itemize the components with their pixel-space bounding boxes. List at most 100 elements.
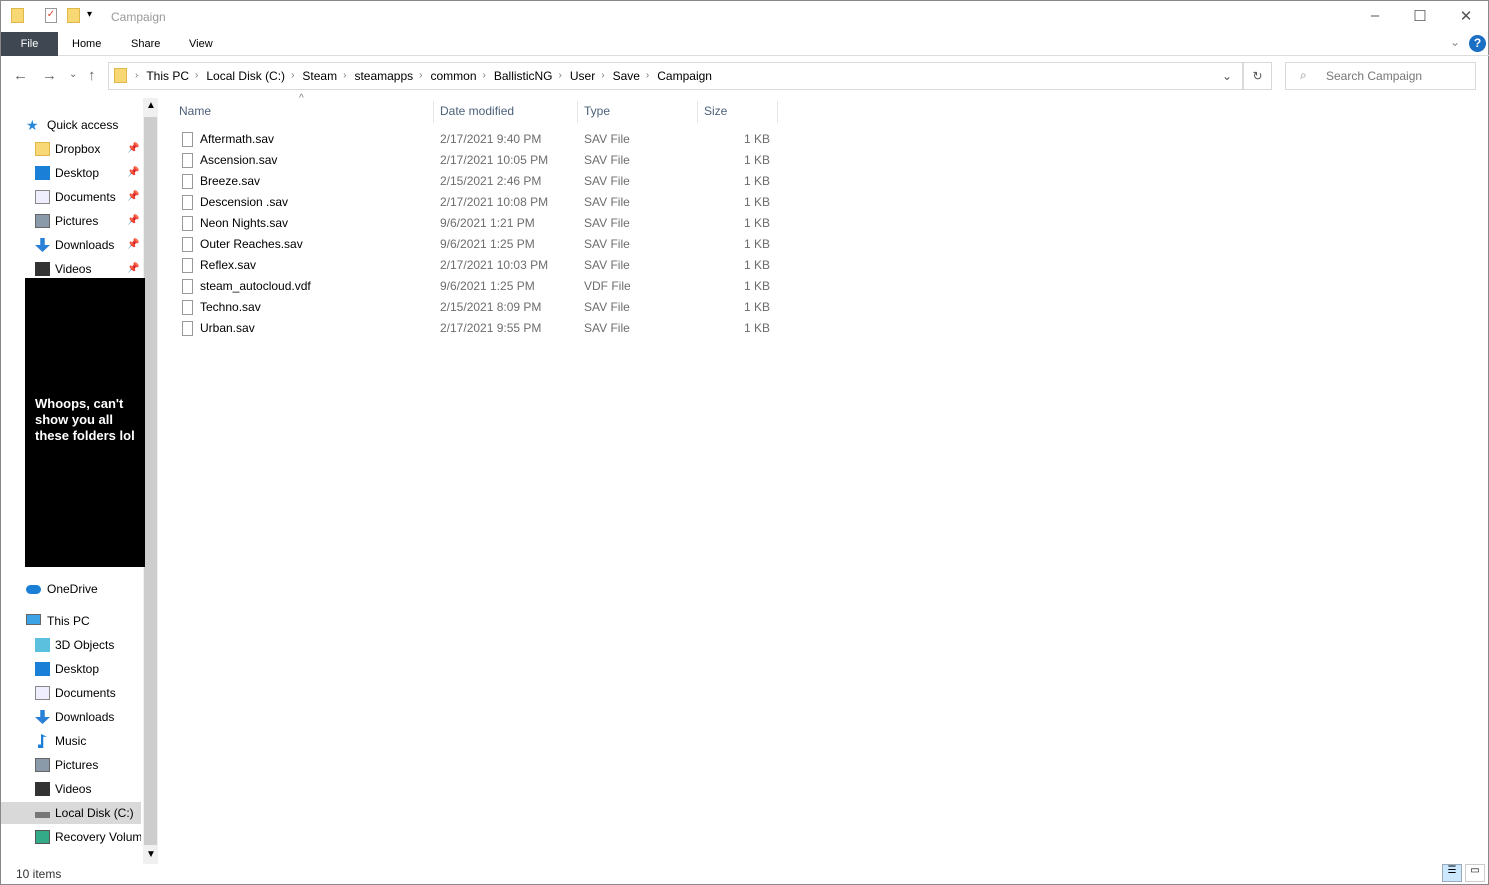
file-row[interactable]: Neon Nights.sav 9/6/2021 1:21 PM SAV Fil…	[174, 213, 779, 234]
sidebar-item-pictures[interactable]: Pictures	[1, 754, 141, 776]
tab-share[interactable]: Share	[117, 32, 174, 56]
breadcrumb-local-disk[interactable]: Local Disk (C:)	[206, 69, 285, 83]
search-input[interactable]: ⌕ Search Campaign	[1285, 62, 1476, 90]
file-type: SAV File	[584, 132, 630, 146]
file-name: Aftermath.sav	[200, 132, 275, 146]
file-size: 1 KB	[743, 153, 770, 167]
scrollbar-thumb[interactable]	[144, 117, 157, 845]
file-row[interactable]: Techno.sav 2/15/2021 8:09 PM SAV File 1 …	[174, 297, 779, 318]
minimize-button[interactable]: –	[1360, 7, 1390, 27]
file-row[interactable]: Descension .sav 2/17/2021 10:08 PM SAV F…	[174, 192, 779, 213]
pin-icon[interactable]: 📌	[127, 210, 139, 232]
sidebar-item-desktop[interactable]: Desktop	[1, 658, 141, 680]
customize-toolbar-icon[interactable]: ▾	[87, 9, 92, 20]
sidebar-item-videos[interactable]: Videos	[1, 778, 141, 800]
sidebar-item-documents[interactable]: Documents	[1, 682, 141, 704]
window-title: Campaign	[111, 10, 166, 24]
breadcrumb-steamapps[interactable]: steamapps	[354, 69, 413, 83]
pin-icon[interactable]: 📌	[127, 186, 139, 208]
back-button[interactable]: ←	[13, 67, 28, 84]
column-header-name[interactable]: Name	[173, 101, 434, 123]
chevron-right-icon[interactable]: ›	[195, 70, 198, 81]
column-header-size[interactable]: Size	[698, 101, 778, 123]
properties-icon[interactable]: ✓	[45, 8, 57, 23]
sidebar-item-downloads[interactable]: Downloads	[1, 706, 141, 728]
help-icon[interactable]: ?	[1469, 35, 1486, 52]
address-dropdown-icon[interactable]: ⌄	[1222, 69, 1232, 83]
chevron-right-icon[interactable]: ›	[291, 70, 294, 81]
folder-icon	[114, 68, 127, 83]
desktop-icon	[35, 662, 50, 676]
file-row[interactable]: Breeze.sav 2/15/2021 2:46 PM SAV File 1 …	[174, 171, 779, 192]
refresh-button[interactable]: ↻	[1243, 62, 1272, 90]
chevron-right-icon[interactable]: ›	[559, 70, 562, 81]
maximize-button[interactable]: ☐	[1405, 7, 1435, 27]
file-row[interactable]: steam_autocloud.vdf 9/6/2021 1:25 PM VDF…	[174, 276, 779, 297]
3d-icon	[35, 638, 50, 652]
tab-file[interactable]: File	[1, 32, 58, 56]
pin-icon[interactable]: 📌	[127, 258, 139, 280]
sidebar-item-desktop[interactable]: Desktop 📌	[1, 162, 141, 184]
breadcrumb-save[interactable]: Save	[613, 69, 640, 83]
file-row[interactable]: Outer Reaches.sav 9/6/2021 1:25 PM SAV F…	[174, 234, 779, 255]
chevron-right-icon[interactable]: ›	[483, 70, 486, 81]
breadcrumb-campaign[interactable]: Campaign	[657, 69, 712, 83]
recovery-icon	[35, 830, 50, 844]
chevron-right-icon[interactable]: ›	[646, 70, 649, 81]
column-header-type[interactable]: Type	[578, 101, 698, 123]
chevron-right-icon[interactable]: ›	[419, 70, 422, 81]
breadcrumb-steam[interactable]: Steam	[302, 69, 337, 83]
pin-icon[interactable]: 📌	[127, 234, 139, 256]
up-button[interactable]: ↑	[88, 67, 96, 84]
pin-icon[interactable]: 📌	[127, 138, 139, 160]
file-type: SAV File	[584, 195, 630, 209]
sidebar-item-local-disk-c-[interactable]: Local Disk (C:)	[1, 802, 141, 824]
title-bar: ✓ ▾ Campaign – ☐ ✕	[1, 1, 1489, 32]
sidebar-item-onedrive[interactable]: OneDrive	[1, 578, 141, 600]
breadcrumb-this-pc[interactable]: This PC	[146, 69, 189, 83]
file-row[interactable]: Aftermath.sav 2/17/2021 9:40 PM SAV File…	[174, 129, 779, 150]
sidebar-item-3d-objects[interactable]: 3D Objects	[1, 634, 141, 656]
forward-button[interactable]: →	[42, 67, 57, 84]
sidebar-item-videos[interactable]: Videos 📌	[1, 258, 141, 280]
recent-locations-button[interactable]: ⌄	[69, 69, 77, 80]
details-view-button[interactable]: ☰	[1442, 864, 1462, 882]
sidebar-item-recovery-volum[interactable]: Recovery Volum	[1, 826, 141, 848]
breadcrumb-common[interactable]: common	[430, 69, 476, 83]
file-name: Descension .sav	[200, 195, 289, 209]
videos-icon	[35, 782, 50, 796]
sidebar-item-this-pc[interactable]: This PC	[1, 610, 141, 632]
tab-home[interactable]: Home	[58, 32, 115, 56]
sidebar-item-documents[interactable]: Documents 📌	[1, 186, 141, 208]
sidebar-item-dropbox[interactable]: Dropbox 📌	[1, 138, 141, 160]
close-button[interactable]: ✕	[1451, 7, 1481, 27]
file-row[interactable]: Urban.sav 2/17/2021 9:55 PM SAV File 1 K…	[174, 318, 779, 339]
computer-icon	[26, 614, 41, 625]
chevron-right-icon[interactable]: ›	[343, 70, 346, 81]
sidebar-item-quick-access[interactable]: ★ Quick access	[1, 114, 141, 136]
column-header-date[interactable]: Date modified	[434, 101, 578, 123]
sidebar-item-pictures[interactable]: Pictures 📌	[1, 210, 141, 232]
file-date: 2/17/2021 9:40 PM	[440, 132, 542, 146]
sidebar-item-music[interactable]: Music	[1, 730, 141, 752]
ribbon-tabs: File Home Share View ⌄ ?	[1, 32, 1489, 56]
disk-icon	[35, 812, 50, 818]
file-size: 1 KB	[743, 279, 770, 293]
pin-icon[interactable]: 📌	[127, 162, 139, 184]
new-folder-icon[interactable]	[67, 8, 80, 23]
scroll-down-icon[interactable]: ▼	[146, 849, 156, 860]
sidebar-item-downloads[interactable]: Downloads 📌	[1, 234, 141, 256]
address-bar[interactable]: › This PC › Local Disk (C:) › Steam › steam…	[108, 62, 1243, 90]
breadcrumb-user[interactable]: User	[570, 69, 595, 83]
file-row[interactable]: Reflex.sav 2/17/2021 10:03 PM SAV File 1…	[174, 255, 779, 276]
file-name: Outer Reaches.sav	[200, 237, 303, 251]
expand-ribbon-icon[interactable]: ⌄	[1450, 35, 1460, 49]
chevron-right-icon[interactable]: ›	[601, 70, 604, 81]
tab-view[interactable]: View	[175, 32, 227, 56]
file-row[interactable]: Ascension.sav 2/17/2021 10:05 PM SAV Fil…	[174, 150, 779, 171]
file-name: Reflex.sav	[200, 258, 257, 272]
chevron-right-icon: ›	[135, 70, 139, 81]
large-icons-view-button[interactable]: ▭	[1465, 864, 1485, 882]
breadcrumb-ballisticng[interactable]: BallisticNG	[494, 69, 553, 83]
scroll-up-icon[interactable]: ▲	[146, 100, 156, 111]
